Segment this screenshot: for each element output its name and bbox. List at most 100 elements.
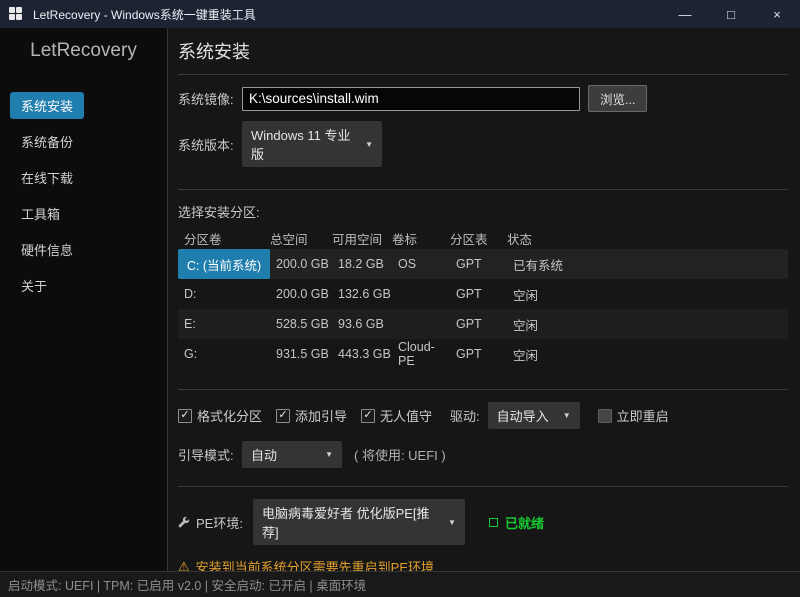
minimize-button[interactable]: — — [662, 0, 708, 28]
partition-row-c[interactable]: C: (当前系统) 200.0 GB 18.2 GB OS GPT 已有系统 — [178, 249, 788, 279]
pe-env-dropdown[interactable]: 电脑病毒爱好者 优化版PE[推荐] ▼ — [252, 499, 465, 545]
partition-total: 200.0 GB — [276, 287, 329, 301]
partition-tabletype: GPT — [450, 309, 507, 339]
col-header-free: 可用空间 — [332, 232, 383, 247]
divider — [178, 189, 788, 190]
sidebar-item-hardware-info[interactable]: 硬件信息 — [10, 236, 84, 263]
divider — [178, 486, 788, 487]
status-square-icon — [488, 517, 498, 527]
system-version-row: 系统版本: Windows 11 专业版 ▼ — [178, 121, 788, 167]
boot-mode-note: ( 将使用: UEFI ) — [354, 448, 446, 463]
chevron-down-icon: ▼ — [448, 517, 456, 527]
unattended-label: 无人值守 — [380, 409, 433, 424]
partition-section-label: 选择安装分区: — [178, 205, 260, 220]
chevron-down-icon: ▼ — [325, 450, 333, 459]
app-window: LetRecovery - Windows系统一键重装工具 — □ × LetR… — [0, 0, 800, 597]
sidebar: LetRecovery 系统安装 系统备份 在线下载 工具箱 硬件信息 关于 — [0, 28, 168, 571]
boot-mode-value: 自动 — [251, 448, 278, 463]
partition-label: OS — [392, 249, 450, 279]
app-logo: LetRecovery — [30, 40, 137, 61]
partition-row-d[interactable]: D: 200.0 GB 132.6 GB GPT 空闲 — [178, 279, 788, 309]
close-button[interactable]: × — [754, 0, 800, 28]
col-header-label: 卷标 — [392, 232, 418, 247]
system-image-label: 系统镜像: — [178, 92, 234, 107]
install-options-row: ✓ 格式化分区 ✓ 添加引导 ✓ 无人值守 驱动: 自动导入 ▼ 立即重启 — [178, 402, 788, 429]
maximize-button[interactable]: □ — [708, 0, 754, 28]
title-bar: LetRecovery - Windows系统一键重装工具 — □ × — [0, 0, 800, 28]
sidebar-item-online-download[interactable]: 在线下载 — [10, 164, 84, 191]
system-image-input[interactable] — [242, 86, 580, 111]
system-image-row: 系统镜像: 浏览... — [178, 85, 788, 112]
boot-mode-dropdown[interactable]: 自动 ▼ — [242, 441, 342, 468]
partition-total: 528.5 GB — [270, 309, 332, 339]
divider — [178, 74, 788, 75]
boot-mode-row: 引导模式: 自动 ▼ ( 将使用: UEFI ) — [178, 441, 788, 468]
pe-env-row: PE环境: 电脑病毒爱好者 优化版PE[推荐] ▼ 已就绪 — [178, 499, 788, 545]
partition-total: 200.0 GB — [270, 249, 332, 279]
col-header-total: 总空间 — [270, 232, 308, 247]
col-header-volume: 分区卷 — [184, 232, 222, 247]
partition-row-e[interactable]: E: 528.5 GB 93.6 GB GPT 空闲 — [178, 309, 788, 339]
col-header-table: 分区表 — [450, 232, 488, 247]
partition-status: 空闲 — [513, 348, 539, 363]
partition-volume[interactable]: E: — [178, 309, 270, 339]
status-text: 启动模式: UEFI | TPM: 已启用 v2.0 | 安全启动: 已开启 |… — [8, 579, 367, 593]
driver-dropdown[interactable]: 自动导入 ▼ — [487, 402, 580, 429]
partition-free: 443.3 GB — [338, 347, 391, 361]
partition-label — [392, 309, 450, 339]
system-version-label: 系统版本: — [178, 137, 234, 153]
pe-env-label: PE环境: — [196, 515, 243, 531]
partition-label: Cloud-PE — [398, 340, 435, 368]
divider — [178, 389, 788, 390]
add-boot-checkbox[interactable]: ✓ 添加引导 — [276, 406, 347, 425]
checkbox-checked-icon: ✓ — [361, 408, 376, 423]
partition-tabletype: GPT — [456, 287, 482, 301]
pe-status: 已就绪 — [488, 513, 544, 532]
window-controls: — □ × — [662, 0, 800, 28]
col-header-status: 状态 — [507, 232, 533, 247]
sidebar-item-toolbox[interactable]: 工具箱 — [10, 200, 71, 227]
reboot-now-label: 立即重启 — [616, 409, 669, 424]
browse-button[interactable]: 浏览... — [588, 85, 648, 112]
partition-tabletype: GPT — [450, 249, 507, 279]
format-partition-label: 格式化分区 — [197, 409, 263, 424]
partition-table: 分区卷 总空间 可用空间 卷标 分区表 状态 — [178, 227, 788, 249]
partition-volume[interactable]: G: — [178, 339, 270, 369]
checkbox-checked-icon: ✓ — [276, 408, 291, 423]
unattended-checkbox[interactable]: ✓ 无人值守 — [361, 406, 432, 425]
partition-volume[interactable]: D: — [178, 279, 270, 309]
status-bar: 启动模式: UEFI | TPM: 已启用 v2.0 | 安全启动: 已开启 |… — [0, 571, 800, 597]
driver-label: 驱动: — [450, 409, 480, 424]
partition-free: 93.6 GB — [332, 309, 392, 339]
partition-status: 空闲 — [507, 309, 788, 339]
partition-status: 空闲 — [513, 288, 539, 303]
reboot-now-checkbox[interactable]: 立即重启 — [597, 406, 669, 425]
window-title: LetRecovery - Windows系统一键重装工具 — [33, 7, 256, 22]
pe-status-text: 已就绪 — [504, 515, 544, 531]
page-title: 系统安装 — [178, 42, 250, 62]
main-panel: 系统安装 系统镜像: 浏览... 系统版本: Windows 11 专业版 ▼ … — [168, 28, 800, 597]
sidebar-item-about[interactable]: 关于 — [10, 272, 58, 299]
add-boot-label: 添加引导 — [295, 409, 348, 424]
system-version-value: Windows 11 专业版 — [251, 128, 351, 162]
sidebar-item-system-install[interactable]: 系统安装 — [10, 92, 85, 119]
wrench-icon — [178, 516, 190, 528]
partition-row-g[interactable]: G: 931.5 GB 443.3 GB Cloud-PE GPT 空闲 — [178, 339, 788, 369]
partition-tabletype: GPT — [456, 347, 482, 361]
pe-env-value: 电脑病毒爱好者 优化版PE[推荐] — [261, 506, 430, 540]
partition-free: 132.6 GB — [338, 287, 391, 301]
app-icon — [9, 6, 24, 22]
checkbox-unchecked-icon — [597, 408, 612, 423]
driver-value: 自动导入 — [496, 409, 549, 424]
partition-volume[interactable]: C: (当前系统) — [178, 249, 270, 279]
system-version-dropdown[interactable]: Windows 11 专业版 ▼ — [242, 121, 382, 167]
boot-mode-label: 引导模式: — [178, 448, 234, 463]
sidebar-item-system-backup[interactable]: 系统备份 — [10, 128, 84, 155]
format-partition-checkbox[interactable]: ✓ 格式化分区 — [178, 406, 262, 425]
checkbox-checked-icon: ✓ — [178, 408, 192, 423]
partition-free: 18.2 GB — [332, 249, 392, 279]
partition-status: 已有系统 — [507, 249, 788, 279]
partition-total: 931.5 GB — [276, 347, 329, 361]
chevron-down-icon: ▼ — [365, 139, 373, 149]
partition-label — [392, 279, 450, 309]
